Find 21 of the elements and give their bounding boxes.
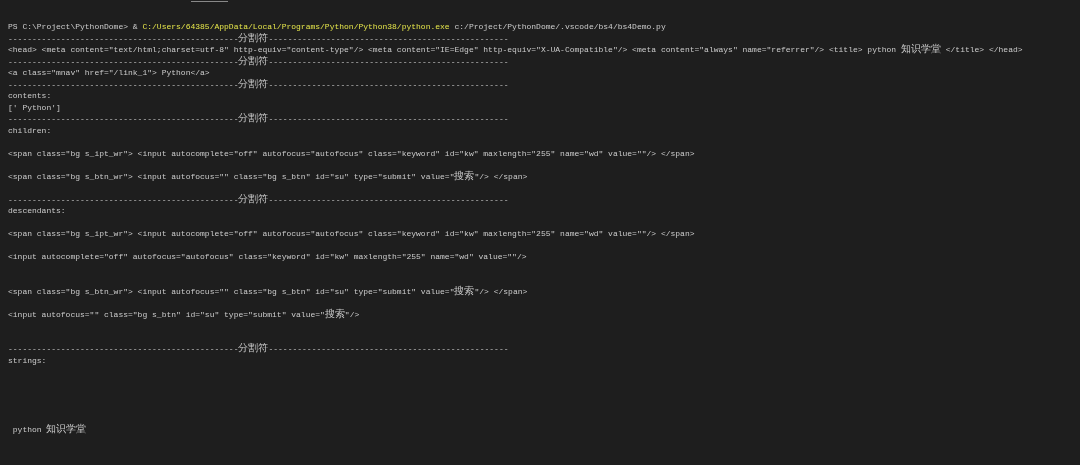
output-line: strings: bbox=[8, 354, 48, 366]
output-line: children: bbox=[8, 124, 53, 136]
output-line: descendants: bbox=[8, 205, 67, 217]
separator-text: ------------------------------------------------分割符-------------------------------------------------- bbox=[8, 343, 510, 355]
output-line: <span class="bg s_btn_wr"> <input autofocus="" class="bg s_btn" id="su" type="submit" value="搜索"/> </span> bbox=[8, 285, 529, 297]
output-line: <head> <meta content="text/html;charset=utf-8" http-equiv="content-type"/> <meta content="IE=Edge" http-equiv="X-UA-Compatible"/> <meta content="always" name="referrer"/> <title> python 知识学堂 </title> </head> bbox=[8, 44, 1024, 56]
output-line: <a class="mnav" href="/link_1"> Python</a> bbox=[8, 67, 211, 79]
output-line: <span class="bg s_btn_wr"> <input autofocus="" class="bg s_btn" id="su" type="submit" value="搜索"/> </span> bbox=[8, 170, 529, 182]
separator-text: ------------------------------------------------分割符-------------------------------------------------- bbox=[8, 55, 510, 67]
command-line: PS C:\Project\PythonDome> & C:/Users/64385/AppData/Local/Programs/Python/Python38/python.exe c:/Project/PythonDome/.vscode/bs4/bs4Demo.py bbox=[8, 21, 667, 33]
output-line: <span class="bg s_ipt_wr"> <input autocomplete="off" autofocus="autofocus" class="keyword" id="kw" maxlength="255" name="wd" value=""/> </span> bbox=[8, 147, 696, 159]
output-line: <span class="bg s_ipt_wr"> <input autocomplete="off" autofocus="autofocus" class="keyword" id="kw" maxlength="255" name="wd" value=""/> </span> bbox=[8, 228, 696, 240]
separator-text: ------------------------------------------------分割符-------------------------------------------------- bbox=[8, 193, 510, 205]
output-line: <input autocomplete="off" autofocus="autofocus" class="keyword" id="kw" maxlength="255" name="wd" value=""/> bbox=[8, 251, 528, 263]
output-line: python 知识学堂 bbox=[11, 423, 88, 435]
separator-text: ------------------------------------------------分割符-------------------------------------------------- bbox=[8, 32, 510, 44]
output-line: <input autofocus="" class="bg s_btn" id="su" type="submit" value="搜索"/> bbox=[8, 308, 361, 320]
output-line: contents: bbox=[8, 90, 53, 102]
separator-text: ------------------------------------------------分割符-------------------------------------------------- bbox=[8, 113, 510, 125]
separator-text: ------------------------------------------------分割符-------------------------------------------------- bbox=[8, 78, 510, 90]
output-line: [' Python'] bbox=[8, 101, 62, 113]
